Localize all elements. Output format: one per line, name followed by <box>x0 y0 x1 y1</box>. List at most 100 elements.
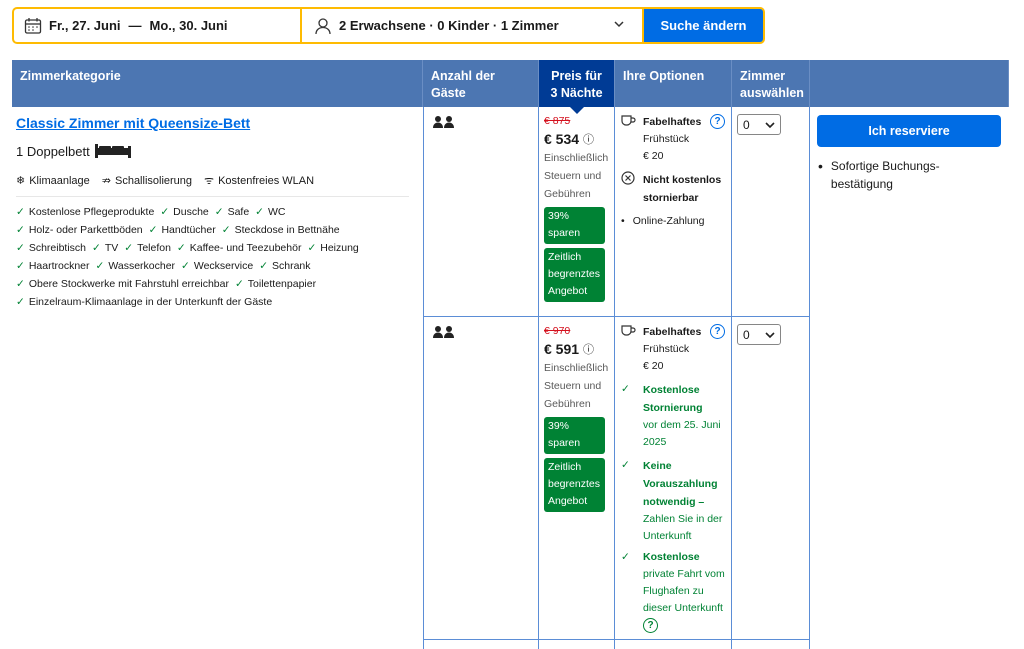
amenity-item: Wasserkocher <box>96 257 175 275</box>
no-cancel-icon <box>621 171 637 207</box>
search-bar: Fr., 27. Juni — Mo., 30. Juni 2 Erwachse… <box>12 7 765 44</box>
breakfast-price: € 20 <box>643 150 664 162</box>
facility-soundproof: ⇏ Schallisolierung <box>101 174 193 188</box>
price-cell: € 970 € 591 ⓘ Einschließlich Steuern und … <box>539 317 615 639</box>
facilities-list: ❄ Klimaanlage ⇏ Schallisolierung ᯤ Kostenfr… <box>16 173 409 197</box>
amenity-item: Kostenlose Pflegeprodukte <box>16 203 155 221</box>
savings-badge: 39% sparen <box>544 417 605 454</box>
free-cancel-option: ✓ Kostenlose Stornierung vor dem 25. Juni… <box>621 381 725 451</box>
no-prepay-sub: Zahlen Sie in der Unterkunft <box>643 513 723 542</box>
coffee-cup-icon <box>621 114 637 165</box>
header-options: Ihre Optionen <box>615 60 732 107</box>
payment-option: • Online-Zahlung <box>621 215 705 227</box>
amenity-item: Dusche <box>160 203 209 221</box>
amenity-item: Obere Stockwerke mit Fahrstuhl erreichba… <box>16 275 229 293</box>
tax-note: Einschließlich Steuern und Gebühren <box>544 362 609 410</box>
info-icon[interactable]: ⓘ <box>583 131 594 147</box>
amenity-item: Holz- oder Parkettböden <box>16 221 143 239</box>
info-icon[interactable]: ⓘ <box>583 341 594 357</box>
guest-summary: 2 Erwachsene · 0 Kinder · 1 Zimmer <box>339 18 559 33</box>
help-icon[interactable]: ? <box>710 114 725 129</box>
options-cell: Fabelhaftes? Frühstück € 20 ✓ Kostenlose… <box>615 317 732 639</box>
no-prepay-title: Keine Vorauszahlung notwendig – <box>643 460 718 508</box>
coffee-cup-icon <box>621 324 637 375</box>
current-price: € 534 ⓘ <box>544 131 595 147</box>
amenity-item: Haartrockner <box>16 257 90 275</box>
facility-wifi: ᯤ Kostenfreies WLAN <box>204 174 315 188</box>
breakfast-option: Fabelhaftes? Frühstück € 20 <box>621 114 725 165</box>
breakfast-sub: Frühstück <box>643 343 690 355</box>
soundproof-icon: ⇏ <box>101 175 111 187</box>
offer-row: € 875 € 534 ⓘ Einschließlich Steuern und … <box>423 107 810 317</box>
offer-row <box>423 640 810 649</box>
options-cell <box>615 640 732 649</box>
free-cancel-title: Kostenlose Stornierung <box>643 384 703 414</box>
amenity-item: Safe <box>215 203 250 221</box>
chevron-down-icon <box>765 331 775 338</box>
amenity-item: Schrank <box>259 257 311 275</box>
deal-badge: Zeitlich begrenztes Angebot <box>544 248 605 302</box>
amenity-item: TV <box>92 239 118 257</box>
checkmark-icon: ✓ <box>621 383 630 395</box>
header-guests: Anzahl der Gäste <box>423 60 539 107</box>
change-search-button[interactable]: Suche ändern <box>644 9 763 42</box>
offer-row: € 970 € 591 ⓘ Einschließlich Steuern und … <box>423 317 810 640</box>
room-quantity-select[interactable]: 0 <box>737 114 781 135</box>
date-picker[interactable]: Fr., 27. Juni — Mo., 30. Juni <box>14 9 300 42</box>
amenity-item: Schreibtisch <box>16 239 86 257</box>
guests-cell <box>423 640 539 649</box>
help-icon[interactable]: ? <box>643 618 658 633</box>
chevron-down-icon <box>765 121 775 128</box>
reserve-button[interactable]: Ich reserviere <box>817 115 1001 147</box>
cancel-text: Nicht kostenlos stornierbar <box>643 174 722 204</box>
transfer-sub: private Fahrt vom Flughafen zu dieser Un… <box>643 568 725 614</box>
header-category: Zimmerkategorie <box>12 60 423 107</box>
bed-label: 1 Doppelbett <box>16 143 90 159</box>
header-price[interactable]: Preis für 3 Nächte <box>539 60 615 114</box>
amenity-item: Handtücher <box>149 221 215 239</box>
guest-selector[interactable]: 2 Erwachsene · 0 Kinder · 1 Zimmer <box>302 9 642 42</box>
amenity-item: Einzelraum-Klimaanlage in der Unterkunft… <box>16 293 272 311</box>
amenity-item: Telefon <box>124 239 171 257</box>
old-price: € 970 <box>544 325 571 337</box>
room-info: Classic Zimmer mit Queensize-Bett 1 Dopp… <box>12 107 423 319</box>
amenity-item: Toilettenpapier <box>235 275 316 293</box>
deal-badge: Zeitlich begrenztes Angebot <box>544 458 605 512</box>
instant-confirmation: • Sofortige Buchungs-bestätigung <box>818 158 940 191</box>
two-persons-icon <box>433 116 454 128</box>
facility-aircon: ❄ Klimaanlage <box>16 174 90 188</box>
amenity-item: Heizung <box>307 239 359 257</box>
room-title-link[interactable]: Classic Zimmer mit Queensize-Bett <box>16 115 419 131</box>
amenity-item: Kaffee- und Teezubehör <box>177 239 302 257</box>
person-icon <box>315 17 331 34</box>
help-icon[interactable]: ? <box>710 324 725 339</box>
select-cell: 0 <box>732 107 810 316</box>
date-separator: — <box>128 18 142 33</box>
calendar-icon <box>24 17 42 34</box>
header-rooms: Zimmer auswählen <box>732 60 810 107</box>
checkmark-icon: ✓ <box>621 459 630 471</box>
room-table: Zimmerkategorie Anzahl der Gäste Preis f… <box>12 60 1009 649</box>
current-price: € 591 ⓘ <box>544 341 595 357</box>
options-cell: Fabelhaftes? Frühstück € 20 Nicht kosten… <box>615 107 732 316</box>
old-price: € 875 <box>544 115 571 127</box>
room-quantity-select[interactable]: 0 <box>737 324 781 345</box>
chevron-down-icon <box>614 21 624 28</box>
amenities-list: Kostenlose Pflegeprodukte Dusche Safe WC… <box>16 203 386 311</box>
header-empty <box>810 60 1009 107</box>
date-from: Fr., 27. Juni <box>49 18 121 33</box>
breakfast-sub: Frühstück <box>643 133 690 145</box>
amenity-item: Weckservice <box>181 257 253 275</box>
guests-cell <box>423 317 539 639</box>
airport-transfer-option: ✓ Kostenlose private Fahrt vom Flughafen … <box>621 549 725 634</box>
tax-note: Einschließlich Steuern und Gebühren <box>544 152 609 200</box>
wifi-icon: ᯤ <box>204 175 215 187</box>
no-prepay-option: ✓ Keine Vorauszahlung notwendig – Zahlen … <box>621 457 725 545</box>
date-to: Mo., 30. Juni <box>149 18 228 33</box>
offer-rows: € 875 € 534 ⓘ Einschließlich Steuern und … <box>423 107 810 649</box>
table-header: Zimmerkategorie Anzahl der Gäste Preis f… <box>12 60 1009 114</box>
two-persons-icon <box>433 326 454 338</box>
select-cell: 0 <box>732 317 810 639</box>
free-cancel-date: vor dem 25. Juni 2025 <box>643 419 721 448</box>
breakfast-title: Fabelhaftes <box>643 116 702 128</box>
